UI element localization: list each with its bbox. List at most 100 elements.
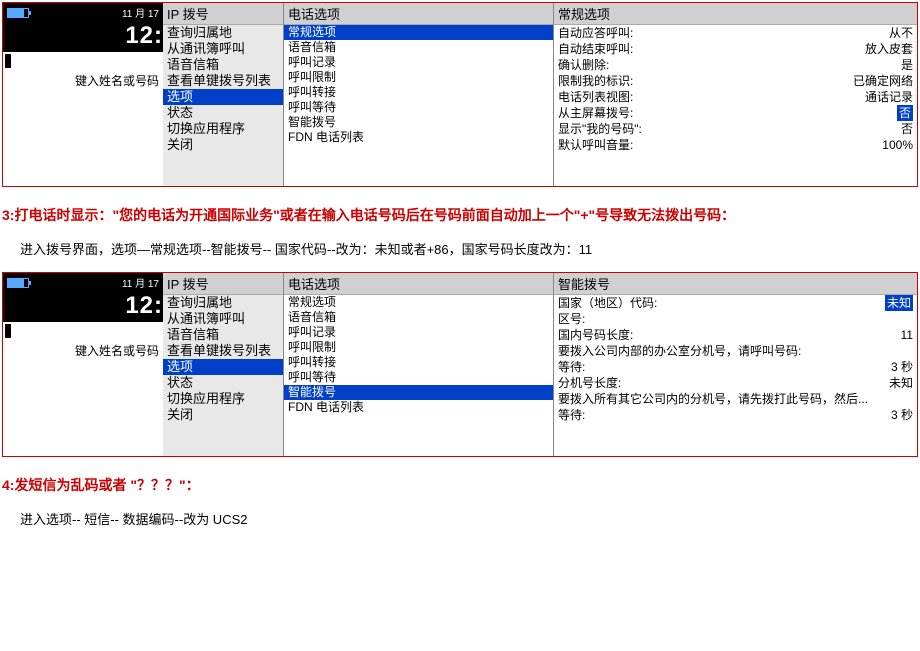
screenshot-1: 11 月 17 12: 键入姓名或号码 IP 拨号 查询归属地从通讯簿呼叫语音信… [2,2,918,187]
menu-item[interactable]: 切换应用程序 [163,391,283,407]
menu-item[interactable]: 状态 [163,105,283,121]
setting-label: 分机号长度: [558,375,621,391]
option-item[interactable]: 智能拨号 [284,385,553,400]
dial-input[interactable] [3,52,163,70]
setting-value[interactable]: 是 [901,57,913,73]
menu-item[interactable]: 切换应用程序 [163,121,283,137]
setting-row[interactable]: 国家（地区）代码: 未知 [554,295,917,311]
option-item[interactable]: 常规选项 [284,25,553,40]
setting-label: 国内号码长度: [558,327,633,343]
instruction-4-body: 进入选项-- 短信-- 数据编码--改为 UCS2 [20,509,918,528]
setting-row[interactable]: 自动应答呼叫: 从不 [554,25,917,41]
setting-label: 限制我的标识: [558,73,633,89]
setting-row[interactable]: 分机号长度: 未知 [554,375,917,391]
setting-row[interactable]: 电话列表视图: 通话记录 [554,89,917,105]
setting-label: 从主屏幕拨号: [558,105,633,121]
option-item[interactable]: 呼叫记录 [284,325,553,340]
setting-row[interactable]: 国内号码长度: 11 [554,327,917,343]
menu-item[interactable]: 查询归属地 [163,295,283,311]
setting-row[interactable]: 等待: 3 秒 [554,407,917,423]
menu-item[interactable]: 关闭 [163,137,283,153]
status-bar: 11 月 17 [3,273,163,292]
option-item[interactable]: 语音信箱 [284,40,553,55]
status-date: 11 月 17 [122,5,159,20]
option-item[interactable]: 呼叫转接 [284,355,553,370]
setting-value[interactable]: 3 秒 [891,359,913,375]
menu-item[interactable]: 查看单键拨号列表 [163,343,283,359]
status-date: 11 月 17 [122,275,159,290]
menu-item[interactable]: 状态 [163,375,283,391]
clock: 12: [3,22,163,52]
setting-value[interactable]: 通话记录 [865,89,913,105]
setting-value[interactable]: 100% [882,137,913,153]
setting-row[interactable]: 默认呼叫音量: 100% [554,137,917,153]
phone-screen: 11 月 17 12: 键入姓名或号码 [3,273,163,456]
setting-row[interactable]: 等待:3 秒 [554,359,917,375]
menu-item[interactable]: 语音信箱 [163,327,283,343]
setting-label: 等待: [558,407,585,423]
settings-header: 智能拨号 [554,273,917,295]
setting-value[interactable]: 未知 [889,375,913,391]
option-item[interactable]: FDN 电话列表 [284,400,553,415]
screenshot-2: 11 月 17 12: 键入姓名或号码 IP 拨号 查询归属地从通讯簿呼叫语音信… [2,272,918,457]
menu-item[interactable]: 查看单键拨号列表 [163,73,283,89]
setting-row[interactable]: 确认删除: 是 [554,57,917,73]
options-header: 电话选项 [284,273,553,295]
menu-item[interactable]: 语音信箱 [163,57,283,73]
phone-body [3,91,163,187]
status-bar: 11 月 17 [3,3,163,22]
setting-label: 自动结束呼叫: [558,41,633,57]
input-hint: 键入姓名或号码 [3,340,163,361]
battery-icon [7,278,29,288]
instruction-4-title: 4:发短信为乱码或者 "？？？"： [2,475,918,495]
setting-label: 电话列表视图: [558,89,633,105]
option-item[interactable]: 智能拨号 [284,115,553,130]
phone-body [3,361,163,457]
setting-label: 区号: [558,311,585,327]
battery-icon [7,8,29,18]
setting-value[interactable]: 11 [901,327,913,343]
option-item[interactable]: 常规选项 [284,295,553,310]
dial-input[interactable] [3,322,163,340]
cursor-icon [5,324,11,338]
option-item[interactable]: 语音信箱 [284,310,553,325]
setting-label: 自动应答呼叫: [558,25,633,41]
setting-value[interactable]: 放入皮套 [865,41,913,57]
menu-item[interactable]: 从通讯簿呼叫 [163,41,283,57]
setting-row[interactable]: 自动结束呼叫: 放入皮套 [554,41,917,57]
setting-label: 默认呼叫音量: [558,137,633,153]
setting-value[interactable]: 从不 [889,25,913,41]
option-item[interactable]: 呼叫等待 [284,370,553,385]
option-item[interactable]: 呼叫限制 [284,70,553,85]
phone-options-panel: 电话选项 常规选项语音信箱呼叫记录呼叫限制呼叫转接呼叫等待智能拨号FDN 电话列… [283,273,553,456]
menu-item[interactable]: 选项 [163,359,283,375]
setting-value[interactable]: 已确定网络 [853,73,913,89]
setting-row[interactable]: 显示"我的号码": 否 [554,121,917,137]
menu-item[interactable]: 查询归属地 [163,25,283,41]
option-item[interactable]: 呼叫等待 [284,100,553,115]
setting-value[interactable]: 3 秒 [891,407,913,423]
setting-row[interactable]: 限制我的标识: 已确定网络 [554,73,917,89]
setting-value[interactable]: 否 [901,121,913,137]
option-item[interactable]: 呼叫限制 [284,340,553,355]
setting-label: 确认删除: [558,57,609,73]
option-item[interactable]: FDN 电话列表 [284,130,553,145]
phone-screen: 11 月 17 12: 键入姓名或号码 [3,3,163,186]
instruction-3-body: 进入拨号界面，选项—常规选项--智能拨号-- 国家代码--改为：未知或者+86，… [20,239,918,258]
context-menu: IP 拨号 查询归属地从通讯簿呼叫语音信箱查看单键拨号列表选项状态切换应用程序关… [163,273,283,456]
option-item[interactable]: 呼叫记录 [284,55,553,70]
options-header: 电话选项 [284,3,553,25]
context-menu: IP 拨号 查询归属地从通讯簿呼叫语音信箱查看单键拨号列表选项状态切换应用程序关… [163,3,283,186]
setting-row[interactable]: 区号: [554,311,917,327]
setting-label: 显示"我的号码": [558,121,642,137]
menu-item[interactable]: 关闭 [163,407,283,423]
setting-label: 国家（地区）代码: [558,295,657,311]
menu-item[interactable]: 从通讯簿呼叫 [163,311,283,327]
option-item[interactable]: 呼叫转接 [284,85,553,100]
instruction-3-title: 3:打电话时显示："您的电话为开通国际业务"或者在输入电话号码后在号码前面自动加… [2,205,918,225]
setting-value[interactable]: 未知 [885,295,913,311]
setting-row[interactable]: 从主屏幕拨号: 否 [554,105,917,121]
settings-header: 常规选项 [554,3,917,25]
setting-value[interactable]: 否 [897,105,913,121]
menu-item[interactable]: 选项 [163,89,283,105]
